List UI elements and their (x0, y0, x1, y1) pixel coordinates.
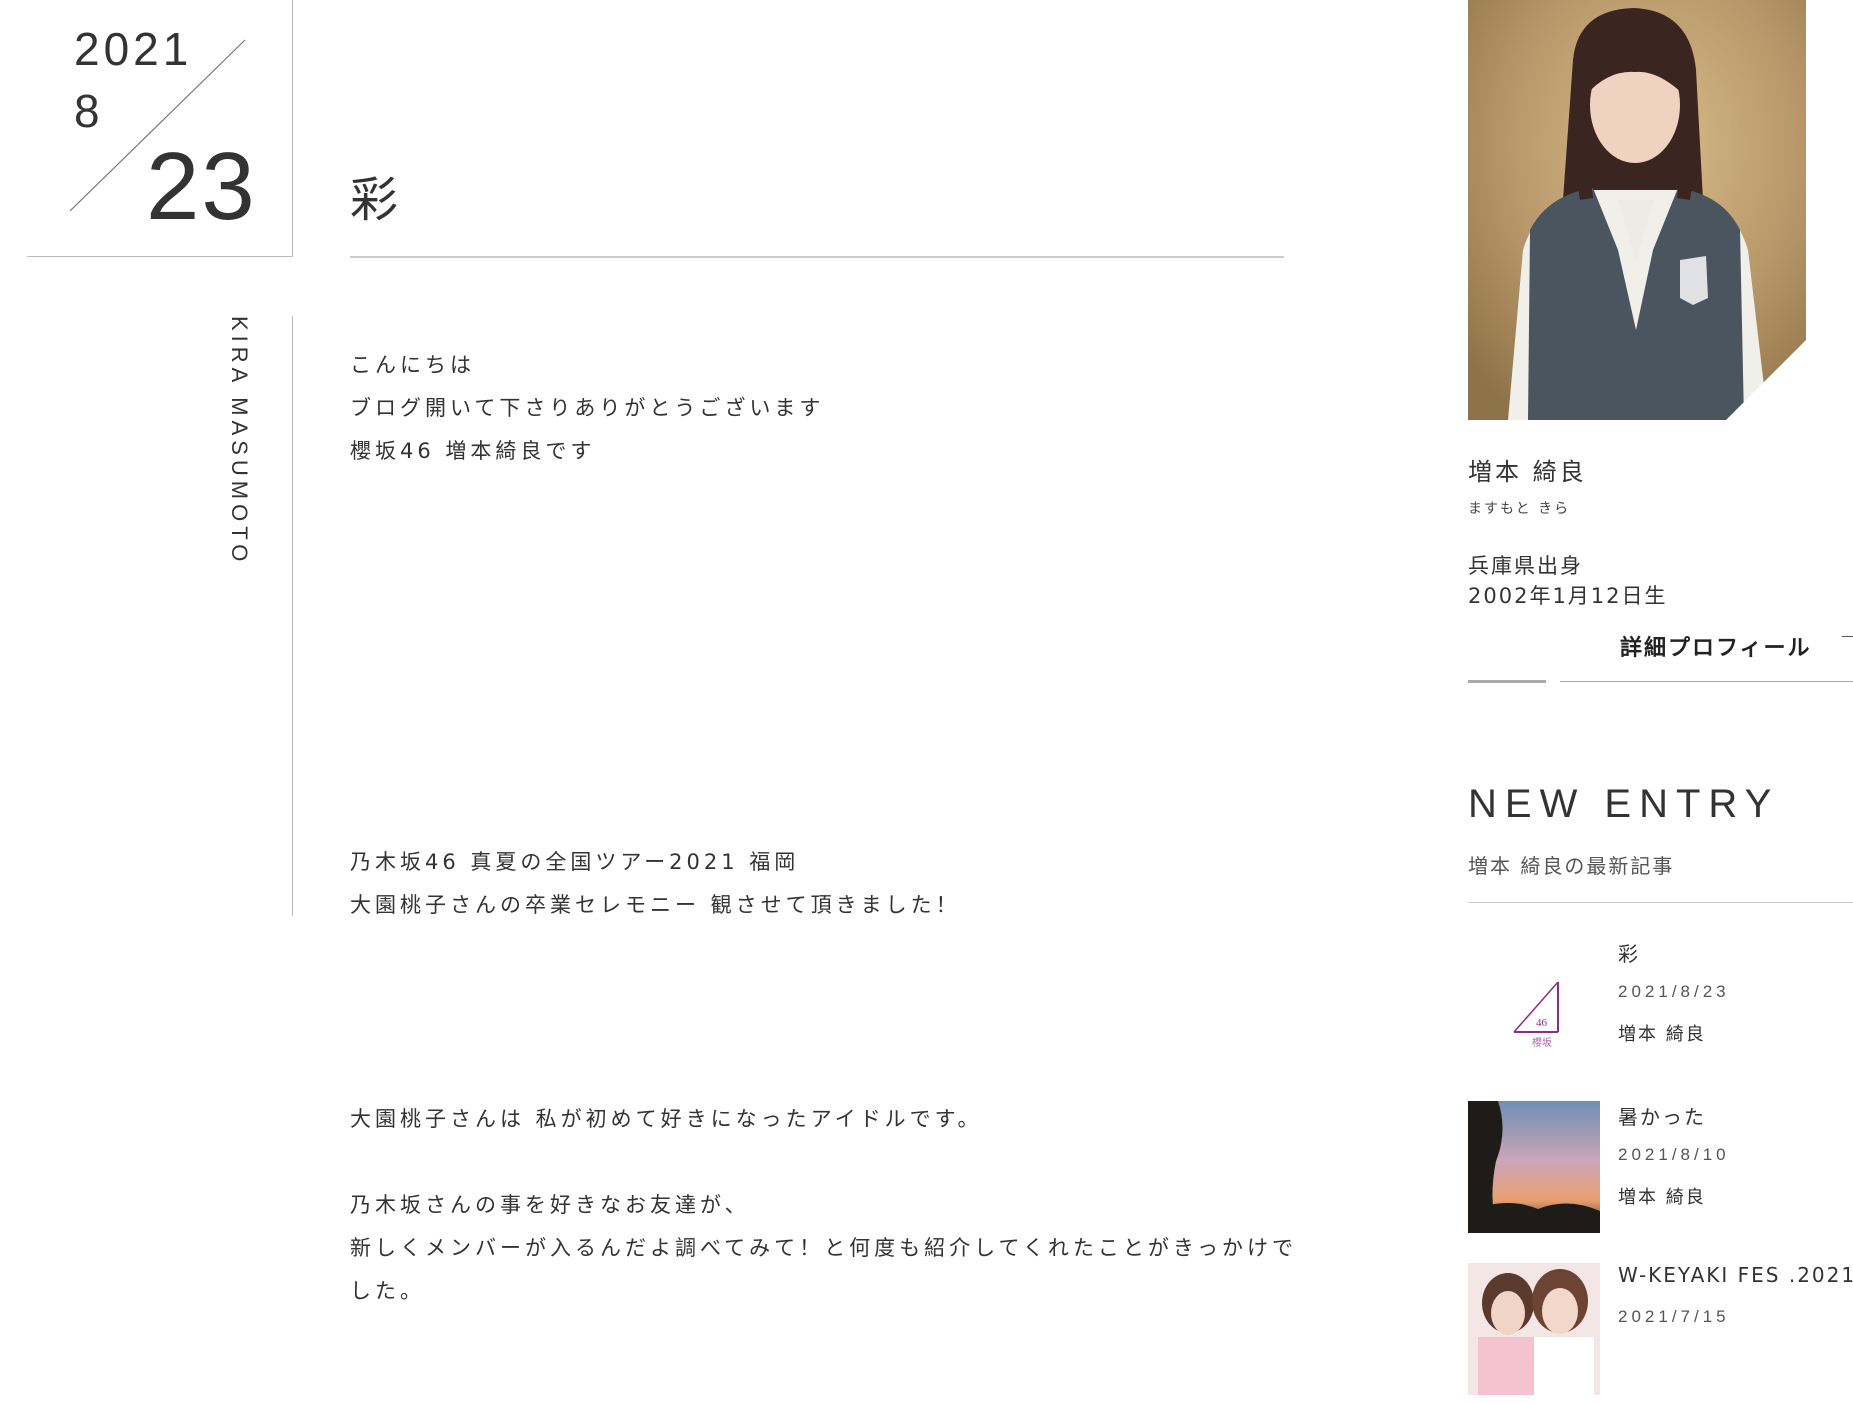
entry-date: 2021/7/15 (1618, 1307, 1730, 1326)
sunset-photo-thumb (1468, 1101, 1600, 1233)
date-divider (27, 256, 293, 257)
body-line: ブログ開いて下さりありがとうございます (350, 396, 825, 420)
post-body: こんにちは ブログ開いて下さりありがとうございます 櫻坂46 増本綺良です 乃木… (350, 344, 1300, 1313)
body-line: 新しくメンバーが入るんだよ調べてみて！と何度も紹介してくれたことがきっかけでした… (350, 1236, 1298, 1303)
sakurazaka46-logo-thumb: 46 櫻坂 (1468, 938, 1600, 1070)
entry-author: 増本 綺良 (1618, 1187, 1706, 1208)
profile-rule-gray (1468, 680, 1546, 683)
body-line: こんにちは (350, 353, 475, 377)
profile-kana: ますもと きら (1468, 501, 1571, 517)
date-day: 23 (146, 133, 257, 240)
title-divider (350, 256, 1284, 258)
new-entry-divider (1468, 902, 1853, 903)
new-entry-subtitle: 増本 綺良の最新記事 (1468, 854, 1675, 878)
profile-name: 増本 綺良 (1468, 458, 1587, 486)
logo-name: 櫻坂 (1532, 1036, 1552, 1049)
entry-author: 増本 綺良 (1618, 1024, 1706, 1045)
post-title: 彩 (350, 172, 399, 228)
members-photo-thumb (1468, 1263, 1600, 1395)
entry-title[interactable]: 彩 (1618, 938, 1640, 967)
arrow-right-icon[interactable] (1842, 636, 1853, 637)
body-line: 乃木坂さんの事を好きなお友達が、 (350, 1193, 750, 1217)
entry-title[interactable]: W-KEYAKI FES .2021 (1618, 1263, 1853, 1287)
date-vertical-rule (292, 0, 293, 257)
entry-item[interactable]: W-KEYAKI FES .2021 2021/7/15 (1468, 1263, 1853, 1403)
entry-title[interactable]: 暑かった (1618, 1101, 1706, 1130)
body-line: 櫻坂46 増本綺良です (350, 439, 596, 463)
entry-item[interactable]: 暑かった 2021/8/10 増本 綺良 (1468, 1101, 1853, 1241)
member-name-vertical: KIRA MASUMOTO (227, 316, 252, 567)
profile-rule-accent (1560, 681, 1853, 682)
entry-item[interactable]: 46 櫻坂 彩 2021/8/23 増本 綺良 (1468, 938, 1853, 1078)
detail-profile-link[interactable]: 詳細プロフィール (1620, 630, 1812, 662)
logo-number: 46 (1536, 1017, 1548, 1029)
profile-photo (1468, 0, 1806, 420)
body-line: 大園桃子さんは 私が初めて好きになったアイドルです。 (350, 1107, 983, 1131)
entry-date: 2021/8/10 (1618, 1145, 1730, 1164)
entry-date: 2021/8/23 (1618, 982, 1730, 1001)
new-entry-heading: NEW ENTRY (1468, 782, 1780, 826)
body-line: 乃木坂46 真夏の全国ツアー2021 福岡 (350, 850, 800, 874)
side-vertical-rule (292, 316, 293, 916)
body-line: 大園桃子さんの卒業セレモニー 観させて頂きました！ (350, 893, 961, 917)
profile-birthday: 2002年1月12日生 (1468, 584, 1668, 608)
profile-birthplace: 兵庫県出身 (1468, 554, 1583, 578)
